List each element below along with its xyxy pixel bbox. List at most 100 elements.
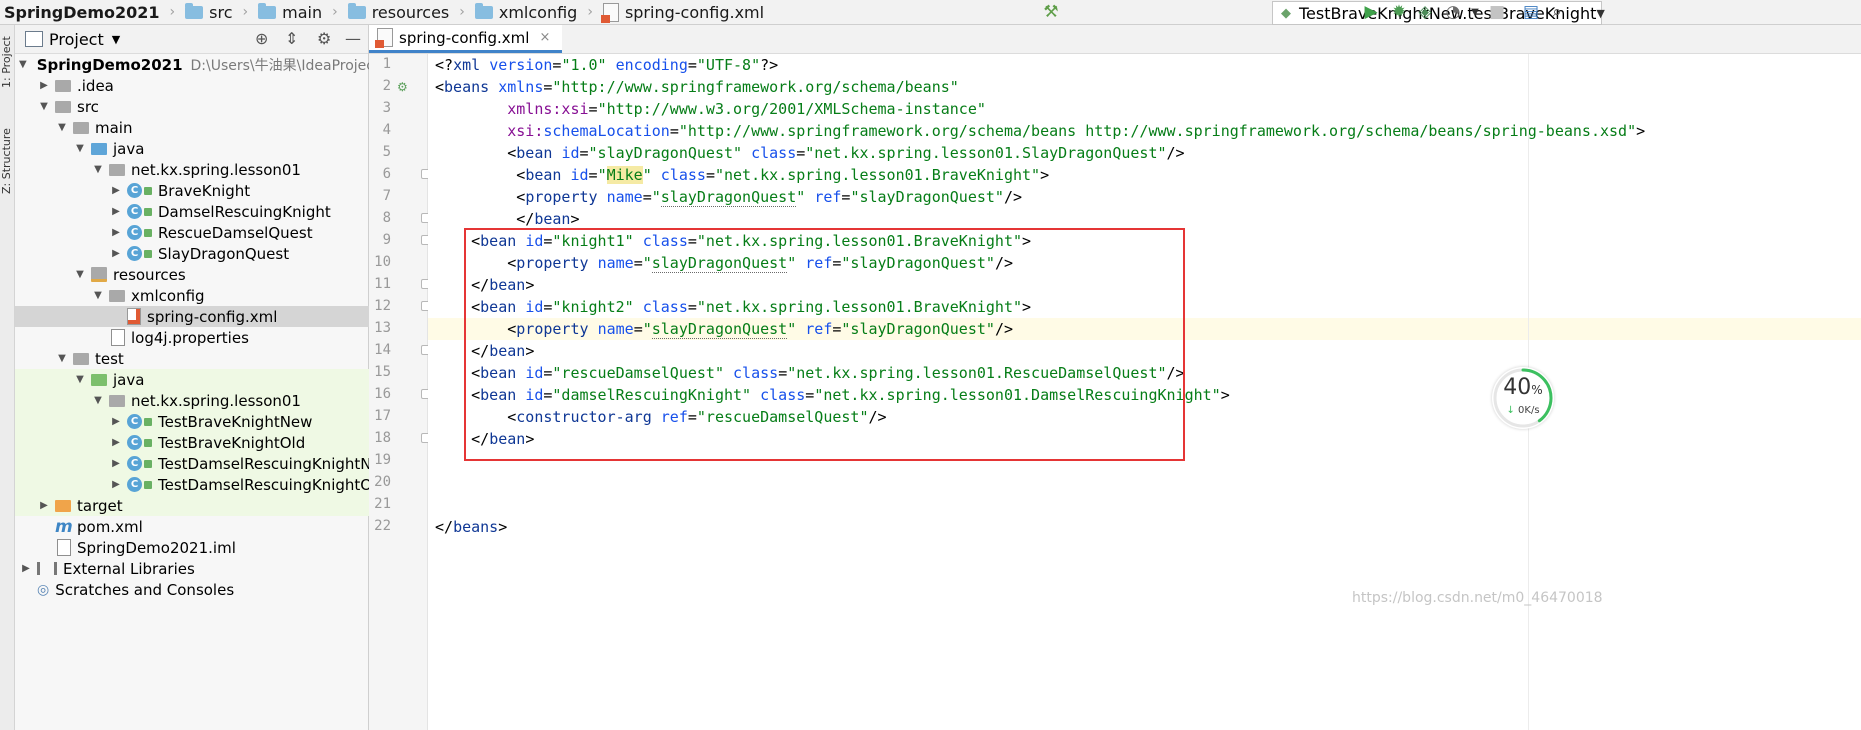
gear-icon[interactable]: ⚙ [317, 29, 331, 48]
chevron-right-icon[interactable]: ▶ [109, 479, 123, 490]
breadcrumb-resources[interactable]: resources [344, 0, 454, 24]
shield-icon[interactable]: ◈ [1414, 2, 1436, 22]
chevron-down-icon[interactable]: ▼ [91, 395, 105, 406]
tree-node-main[interactable]: ▼ main [15, 117, 408, 138]
tree-node-label: Scratches and Consoles [55, 580, 235, 599]
breadcrumb-xmlconfig[interactable]: xmlconfig [471, 0, 581, 24]
chevron-down-icon[interactable]: ▼ [112, 33, 120, 46]
folder-tree-icon[interactable]: ▤ [1520, 2, 1542, 22]
chevron-right-icon[interactable]: ▶ [109, 248, 123, 259]
line-number: 19 [374, 452, 391, 468]
structure-tool-tab[interactable]: Z: Structure [0, 121, 14, 201]
folder-icon [73, 121, 89, 134]
line-number: 7 [382, 188, 391, 204]
chevron-right-icon[interactable]: ▶ [37, 80, 51, 91]
tree-node-target[interactable]: ▶ target [15, 495, 390, 516]
xml-file-icon [375, 28, 393, 48]
chevron-right-icon[interactable]: ▶ [109, 206, 123, 217]
tree-node-idea[interactable]: ▶ .idea [15, 75, 390, 96]
chevron-down-icon[interactable]: ▼ [19, 59, 27, 70]
search-icon[interactable]: ⌕ [1546, 2, 1568, 22]
tree-node-label: SpringDemo2021 [36, 55, 183, 74]
code-line-3[interactable]: xmlns:xsi="http://www.w3.org/2001/XMLSch… [435, 98, 986, 120]
breadcrumb-separator: › [459, 4, 465, 20]
tree-node-test[interactable]: ▼ test [15, 348, 408, 369]
collapse-all-icon[interactable]: ⇕ [285, 29, 298, 48]
hammer-icon[interactable]: ⚒ [1040, 2, 1062, 22]
chevron-down-icon[interactable]: ▼ [55, 122, 69, 133]
project-tool-tab[interactable]: 1: Project [0, 31, 14, 93]
test-run-icon: ◆ [1281, 5, 1291, 21]
project-panel-header: Project ▼ ⊕ ⇕ ⚙ — [15, 25, 368, 54]
breadcrumb-src[interactable]: src [181, 0, 236, 24]
chevron-down-icon[interactable]: ▼ [91, 290, 105, 301]
chevron-down-icon[interactable]: ▼ [37, 101, 51, 112]
code-line-22[interactable]: </beans> [435, 516, 507, 538]
chevron-right-icon[interactable]: ▶ [109, 458, 123, 469]
play-icon[interactable]: ▶ [1360, 2, 1382, 22]
code-line-7[interactable]: <property name="slayDragonQuest" ref="sl… [435, 186, 1022, 208]
line-number: 11 [374, 276, 391, 292]
tree-node-label: TestBraveKnightNew [158, 412, 313, 431]
spring-bean-icon[interactable]: ⚙ [397, 80, 408, 94]
tree-node-external-libraries[interactable]: ▶ External Libraries [15, 558, 372, 579]
tree-node-src[interactable]: ▼ src [15, 96, 390, 117]
chevron-right-icon[interactable]: ▶ [109, 227, 123, 238]
code-line-1[interactable]: <?xml version="1.0" encoding="UTF-8"?> [435, 54, 778, 76]
test-source-folder-icon [91, 373, 107, 386]
gauge-icon[interactable]: ◔ [1442, 2, 1464, 22]
tree-node-scratches[interactable]: ◎ Scratches and Consoles [15, 579, 386, 600]
code-line-2[interactable]: <beans xmlns="http://www.springframework… [435, 76, 959, 98]
tree-node-label: target [77, 496, 123, 515]
lock-icon [144, 186, 152, 195]
test-class-icon: C [127, 435, 142, 450]
close-icon[interactable]: × [539, 30, 550, 45]
code-line-6[interactable]: <bean id="Mike" class="net.kx.spring.les… [435, 164, 1049, 186]
line-number: 18 [374, 430, 391, 446]
minimize-icon[interactable]: — [345, 29, 361, 48]
tree-node-label: External Libraries [63, 559, 195, 578]
bug-icon[interactable]: ✹ [1388, 2, 1410, 22]
folder-icon [73, 352, 89, 365]
stop-icon[interactable]: ■ [1486, 2, 1508, 22]
breadcrumb-file[interactable]: spring-config.xml [599, 0, 768, 24]
line-number: 5 [382, 144, 391, 160]
network-speed-meter[interactable]: 40% ↓ 0K/s [1492, 367, 1554, 429]
chevron-down-icon[interactable]: ▼ [73, 374, 87, 385]
chevron-down-icon[interactable]: ▼ [55, 353, 69, 364]
chevron-down-icon: ▼ [1596, 6, 1605, 20]
chevron-down-icon[interactable]: ▼ [73, 269, 87, 280]
code-line-4[interactable]: xsi:schemaLocation="http://www.springfra… [435, 120, 1645, 142]
tree-node-pom[interactable]: m pom.xml [15, 516, 404, 537]
folder-icon [109, 289, 125, 302]
tree-node-test-java[interactable]: ▼ java [15, 369, 426, 390]
breadcrumb-label: main [282, 2, 323, 22]
chevron-right-icon[interactable]: ▶ [109, 185, 123, 196]
tab-spring-config[interactable]: spring-config.xml × [369, 25, 563, 53]
chevron-down-icon[interactable]: ▼ [73, 143, 87, 154]
tree-node-resources[interactable]: ▼ resources [15, 264, 426, 285]
tree-node-iml[interactable]: SpringDemo2021.iml [15, 537, 406, 558]
tree-node-label: spring-config.xml [147, 307, 278, 326]
tree-node-label: SpringDemo2021.iml [77, 538, 236, 557]
line-number: 20 [374, 474, 391, 490]
breadcrumb-main[interactable]: main [254, 0, 326, 24]
chevron-right-icon[interactable]: ▶ [109, 416, 123, 427]
project-panel-title[interactable]: Project [49, 30, 104, 49]
chevron-right-icon[interactable]: ▶ [109, 437, 123, 448]
package-icon [109, 394, 125, 407]
chevron-down-icon[interactable]: ▼ [91, 164, 105, 175]
chevron-down-icon[interactable]: ▼ [1464, 2, 1486, 22]
lock-icon [144, 228, 152, 237]
java-class-icon: C [127, 204, 142, 219]
chevron-right-icon[interactable]: ▶ [19, 563, 33, 574]
tree-node-main-java[interactable]: ▼ java [15, 138, 426, 159]
chevron-right-icon[interactable]: ▶ [37, 500, 51, 511]
tree-node-project-root[interactable]: ▼ SpringDemo2021 D:\Users\牛油果\IdeaProjec… [15, 54, 409, 75]
code-line-5[interactable]: <bean id="slayDragonQuest" class="net.kx… [435, 142, 1184, 164]
folder-icon [55, 100, 71, 113]
locate-target-icon[interactable]: ⊕ [255, 29, 268, 48]
code-line-8[interactable]: </bean> [435, 208, 579, 230]
breadcrumb-project[interactable]: SpringDemo2021 [0, 0, 164, 24]
line-number: 15 [374, 364, 391, 380]
